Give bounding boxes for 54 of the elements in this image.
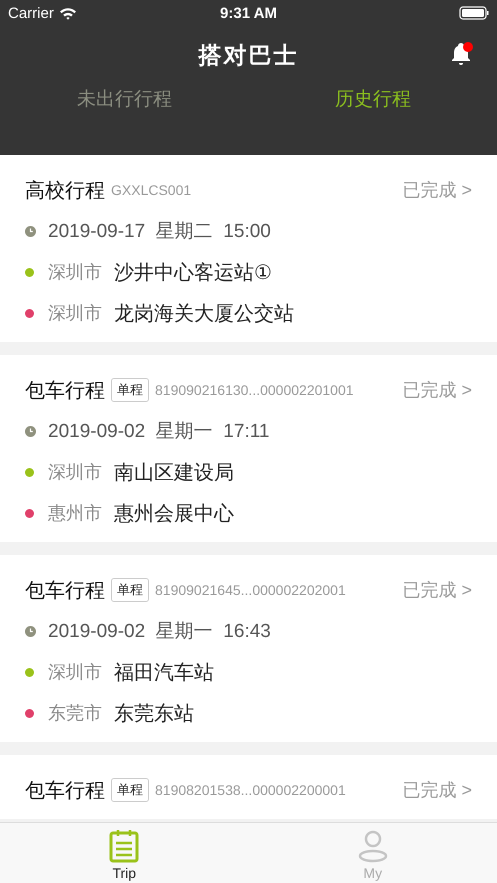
trip-card[interactable]: 包车行程 单程 81909021645...000002202001 已完成 > 2019-09-02 星期一 16:43 深圳市 福田汽车站 东莞市 东莞东站 <box>0 555 497 742</box>
stop-name: 东莞东站 <box>114 702 194 726</box>
battery-icon <box>459 6 489 20</box>
trip-datetime: 2019-09-17 星期二 15:00 <box>48 220 271 244</box>
clock-icon <box>25 426 36 436</box>
trip-code: 81909021645...000002202001 <box>155 582 347 598</box>
trip-status-link[interactable]: 已完成 > <box>402 578 472 602</box>
trip-status-link[interactable]: 已完成 > <box>402 378 472 402</box>
trip-tag: 单程 <box>111 578 149 602</box>
trip-card[interactable]: 包车行程 单程 819090216130...000002201001 已完成 > 2019-09-02 星期一 17:11 深圳市 南山区建设局 惠州市 惠州会展中心 <box>0 355 497 542</box>
stop-dot <box>25 708 34 718</box>
calendar-list-icon <box>109 829 140 863</box>
app-title: 搭对巴士 <box>198 40 298 70</box>
clock-icon <box>25 226 36 236</box>
stop-city: 深圳市 <box>48 261 102 284</box>
stop-dot <box>25 468 34 476</box>
trip-datetime: 2019-09-02 星期一 16:43 <box>48 620 271 644</box>
trip-tag: 单程 <box>111 778 149 802</box>
stop-city: 惠州市 <box>48 502 102 525</box>
stop-city: 深圳市 <box>48 661 102 684</box>
wifi-icon <box>58 6 77 20</box>
stop-dot <box>25 668 34 676</box>
trip-datetime: 2019-09-02 星期一 17:11 <box>48 420 270 444</box>
stop-city: 深圳市 <box>48 461 102 484</box>
stop-dot <box>25 508 34 518</box>
stop-city: 东莞市 <box>48 702 102 725</box>
trip-type: 高校行程 <box>25 178 105 204</box>
trip-tab[interactable]: 历史行程 <box>248 84 497 112</box>
trip-card[interactable]: 包车行程 单程 81908201538...000002200001 已完成 > <box>0 755 497 819</box>
trip-tag: 单程 <box>111 378 149 402</box>
user-icon <box>358 829 388 863</box>
tab-bar-item[interactable]: Trip <box>0 823 248 883</box>
trip-tab[interactable]: 未出行行程 <box>0 84 248 112</box>
clock-time: 9:31 AM <box>220 4 277 22</box>
trip-type: 包车行程 <box>25 578 105 604</box>
trip-type: 包车行程 <box>25 378 105 404</box>
trip-code: 81908201538...000002200001 <box>155 782 347 798</box>
carrier-label: Carrier <box>8 4 54 22</box>
clock-icon <box>25 626 36 636</box>
stop-name: 南山区建设局 <box>114 460 234 486</box>
stop-dot <box>25 268 34 276</box>
trip-status-link[interactable]: 已完成 > <box>402 778 472 802</box>
stop-name: 惠州会展中心 <box>114 502 234 526</box>
stop-city: 深圳市 <box>48 302 102 325</box>
stop-name: 沙井中心客运站① <box>114 260 272 286</box>
trip-code: GXXLCS001 <box>111 182 192 198</box>
trip-card[interactable]: 高校行程 GXXLCS001 已完成 > 2019-09-17 星期二 15:00 深圳市 沙井中心客运站① 深圳市 龙岗海关大厦公交站 <box>0 155 497 342</box>
trip-status-link[interactable]: 已完成 > <box>402 178 472 202</box>
trip-code: 819090216130...000002201001 <box>155 382 355 398</box>
stop-name: 龙岗海关大厦公交站 <box>114 302 294 326</box>
notification-bell-icon[interactable] <box>449 42 473 66</box>
trip-type: 包车行程 <box>25 778 105 804</box>
stop-dot <box>25 308 34 318</box>
stop-name: 福田汽车站 <box>114 660 214 686</box>
